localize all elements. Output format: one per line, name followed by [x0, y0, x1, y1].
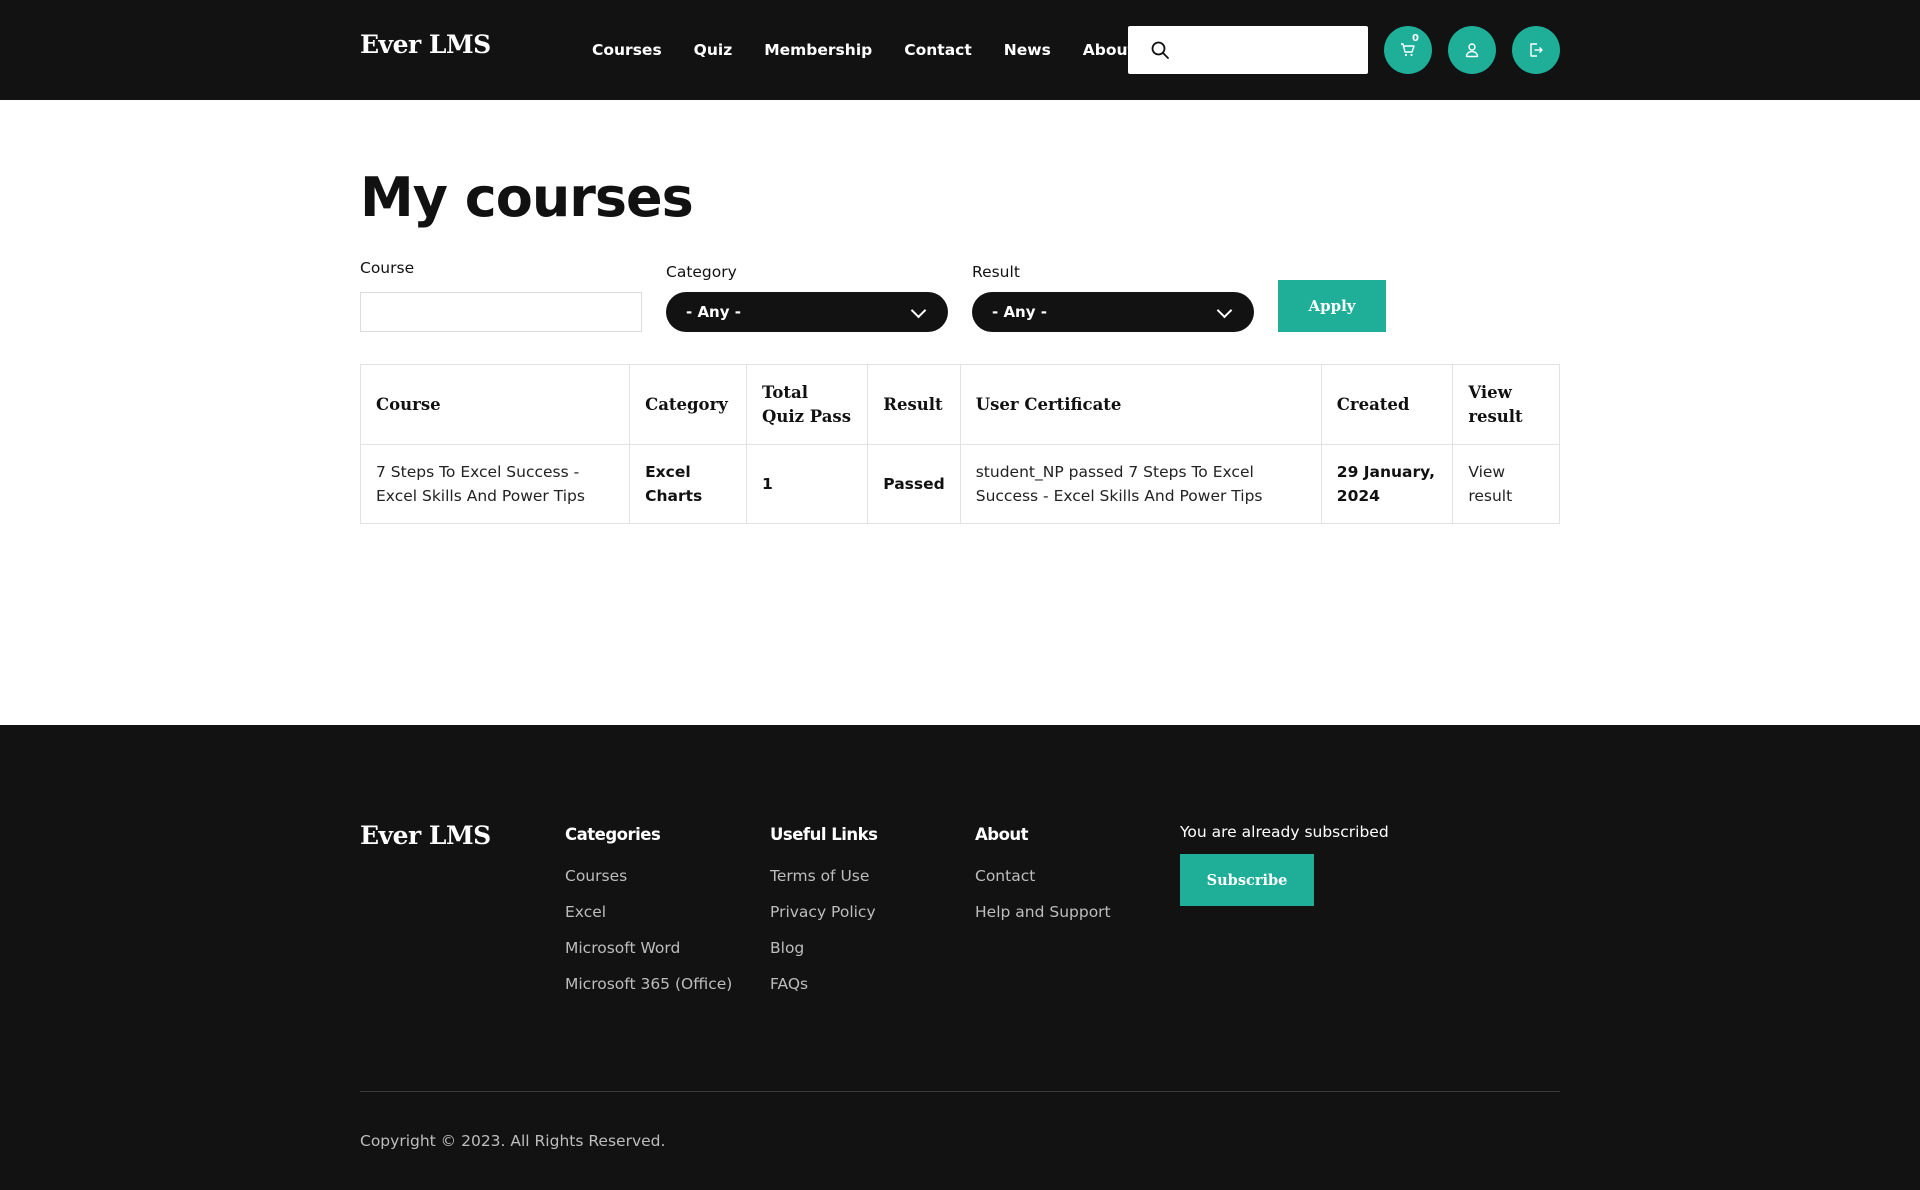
footer-useful-links-heading: Useful Links	[770, 825, 878, 844]
category-select-value: - Any -	[686, 303, 741, 321]
cart-button[interactable]: 0	[1384, 26, 1432, 74]
nav-contact[interactable]: Contact	[904, 41, 972, 59]
user-account-button[interactable]	[1448, 26, 1496, 74]
view-result-link[interactable]: View result	[1468, 463, 1512, 505]
table-row: 7 Steps To Excel Success - Excel Skills …	[359, 444, 1560, 524]
footer-link-microsoft-365[interactable]: Microsoft 365 (Office)	[565, 973, 732, 995]
search-input[interactable]	[1180, 30, 1360, 70]
cart-count-badge: 0	[1412, 33, 1419, 44]
header-view-result: View result	[1452, 364, 1560, 445]
footer-about: About Contact Help and Support	[975, 825, 1111, 937]
header-category[interactable]: Category	[629, 364, 748, 445]
header-total-quiz-pass[interactable]: Total Quiz Pass	[746, 364, 869, 445]
nav-quiz[interactable]: Quiz	[694, 41, 733, 59]
cell-user-certificate: student_NP passed 7 Steps To Excel Succe…	[959, 444, 1322, 524]
apply-button[interactable]: Apply	[1278, 280, 1386, 332]
footer-useful-links: Useful Links Terms of Use Privacy Policy…	[770, 825, 878, 1009]
footer-link-faqs[interactable]: FAQs	[770, 973, 877, 995]
footer-categories-heading: Categories	[565, 825, 661, 844]
footer-divider	[360, 1091, 1560, 1092]
cell-view-result: View result	[1452, 444, 1560, 524]
search-box	[1128, 26, 1368, 74]
main-nav: Courses Quiz Membership Contact News Abo…	[592, 0, 1159, 100]
cell-course: 7 Steps To Excel Success - Excel Skills …	[359, 444, 631, 524]
footer-about-heading: About	[975, 825, 1029, 844]
cell-category: Excel Charts	[629, 444, 748, 524]
cell-total-quiz-pass: 1	[746, 444, 869, 524]
footer-link-microsoft-word[interactable]: Microsoft Word	[565, 937, 732, 959]
cell-created: 29 January, 2024	[1320, 444, 1454, 524]
footer-logo[interactable]: Ever LMS	[360, 821, 491, 850]
search-icon	[1151, 41, 1169, 59]
copyright-text: Copyright © 2023. All Rights Reserved.	[360, 1132, 666, 1150]
nav-news[interactable]: News	[1004, 41, 1051, 59]
site-footer: Ever LMS Categories Courses Excel Micros…	[0, 725, 1920, 1190]
nav-membership[interactable]: Membership	[764, 41, 872, 59]
footer-link-terms[interactable]: Terms of Use	[770, 865, 877, 887]
result-select-value: - Any -	[992, 303, 1047, 321]
cell-result: Passed	[867, 444, 961, 524]
header-user-certificate[interactable]: User Certificate	[959, 364, 1322, 445]
courses-table: Course Category Total Quiz Pass Result U…	[359, 364, 1560, 524]
nav-courses[interactable]: Courses	[592, 41, 662, 59]
subscribe-status-text: You are already subscribed	[1180, 823, 1389, 841]
header-course[interactable]: Course	[359, 364, 631, 445]
header-created[interactable]: Created	[1320, 364, 1454, 445]
footer-link-help-support[interactable]: Help and Support	[975, 901, 1111, 923]
course-filter-label: Course	[360, 259, 415, 277]
category-select[interactable]: - Any -	[666, 292, 948, 332]
page-title: My courses	[360, 166, 694, 229]
header-result[interactable]: Result	[867, 364, 961, 445]
footer-categories: Categories Courses Excel Microsoft Word …	[565, 825, 732, 1009]
result-select[interactable]: - Any -	[972, 292, 1254, 332]
footer-link-courses[interactable]: Courses	[565, 865, 732, 887]
logout-icon	[1530, 43, 1543, 57]
result-filter-label: Result	[972, 263, 1020, 281]
category-filter-label: Category	[666, 263, 737, 281]
footer-link-excel[interactable]: Excel	[565, 901, 732, 923]
user-icon	[1465, 43, 1479, 58]
cart-icon	[1401, 43, 1415, 57]
logout-button[interactable]	[1512, 26, 1560, 74]
footer-link-blog[interactable]: Blog	[770, 937, 877, 959]
site-header: Ever LMS Courses Quiz Membership Contact…	[0, 0, 1920, 100]
course-filter-input[interactable]	[360, 292, 642, 332]
footer-link-privacy[interactable]: Privacy Policy	[770, 901, 877, 923]
subscribe-button[interactable]: Subscribe	[1180, 854, 1314, 906]
chevron-down-icon	[1216, 302, 1233, 319]
table-header-row: Course Category Total Quiz Pass Result U…	[359, 364, 1560, 445]
chevron-down-icon	[910, 302, 927, 319]
site-logo[interactable]: Ever LMS	[360, 30, 491, 59]
footer-link-contact[interactable]: Contact	[975, 865, 1111, 887]
